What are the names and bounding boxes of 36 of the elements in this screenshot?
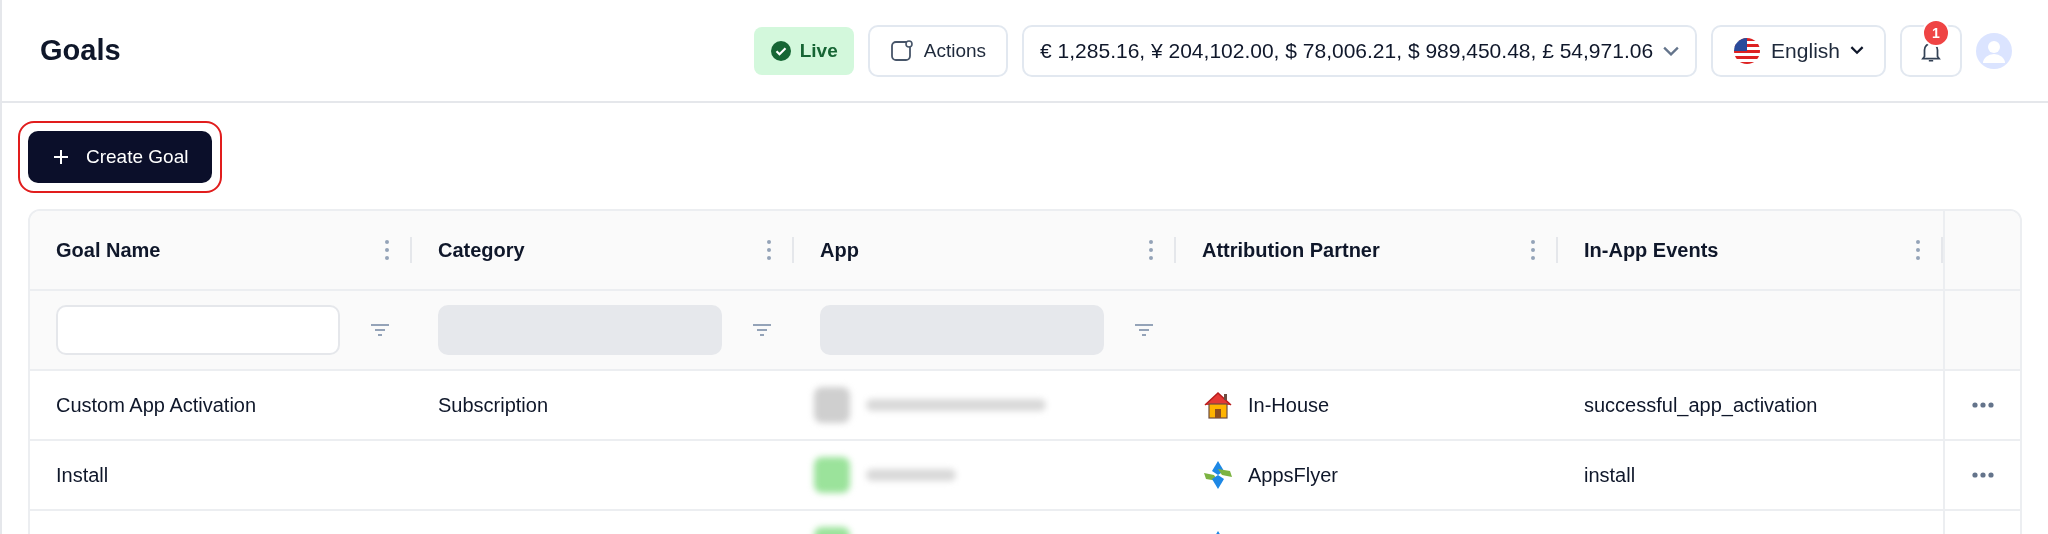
column-header[interactable]: Category	[438, 238, 525, 262]
filter-field[interactable]	[56, 305, 340, 355]
avatar-icon[interactable]	[1976, 32, 2012, 69]
table-cell: Custom App Activation	[56, 393, 257, 417]
page-title: Goals	[40, 34, 121, 67]
chevron-down-icon	[1663, 45, 1680, 56]
balance-dropdown[interactable]: € 1,285.16, ¥ 204,102.00, $ 78,006.21, $ 989,450.48, £ 54,971.06	[1022, 24, 1698, 77]
more-icon[interactable]	[1970, 401, 1995, 409]
table-cell: Subscription	[438, 393, 549, 417]
table-cell: install	[1584, 463, 1636, 487]
flag-icon	[1733, 36, 1762, 65]
table-cell: successful_app_activation	[1584, 393, 1818, 417]
table-cell: Install	[56, 463, 109, 487]
kebab-menu-icon[interactable]	[766, 239, 772, 261]
house-icon	[1202, 389, 1234, 421]
language-dropdown[interactable]: English	[1711, 24, 1886, 77]
notification-badge: 1	[1922, 18, 1950, 47]
actions-button[interactable]: Actions	[867, 24, 1009, 77]
more-icon[interactable]	[1970, 471, 1995, 479]
table-cell: AppsFlyer	[1248, 463, 1339, 487]
table-cell: In-House	[1248, 393, 1330, 417]
column-header[interactable]: Goal Name	[56, 238, 161, 262]
kebab-menu-icon[interactable]	[1530, 239, 1536, 261]
column-header[interactable]: App	[820, 238, 859, 262]
column-header[interactable]: In-App Events	[1584, 238, 1719, 262]
square-icon	[889, 38, 914, 63]
live-badge[interactable]: Live	[753, 26, 854, 75]
check-circle-icon	[769, 39, 792, 62]
kebab-menu-icon[interactable]	[1915, 239, 1921, 261]
plus-icon	[52, 148, 70, 166]
kebab-menu-icon[interactable]	[1148, 239, 1154, 261]
kebab-menu-icon[interactable]	[384, 239, 390, 261]
leaf-icon	[1202, 459, 1234, 491]
column-header[interactable]: Attribution Partner	[1202, 238, 1380, 262]
create-goal-button[interactable]: Create Goal	[28, 131, 213, 183]
chevron-down-icon	[1850, 46, 1864, 55]
